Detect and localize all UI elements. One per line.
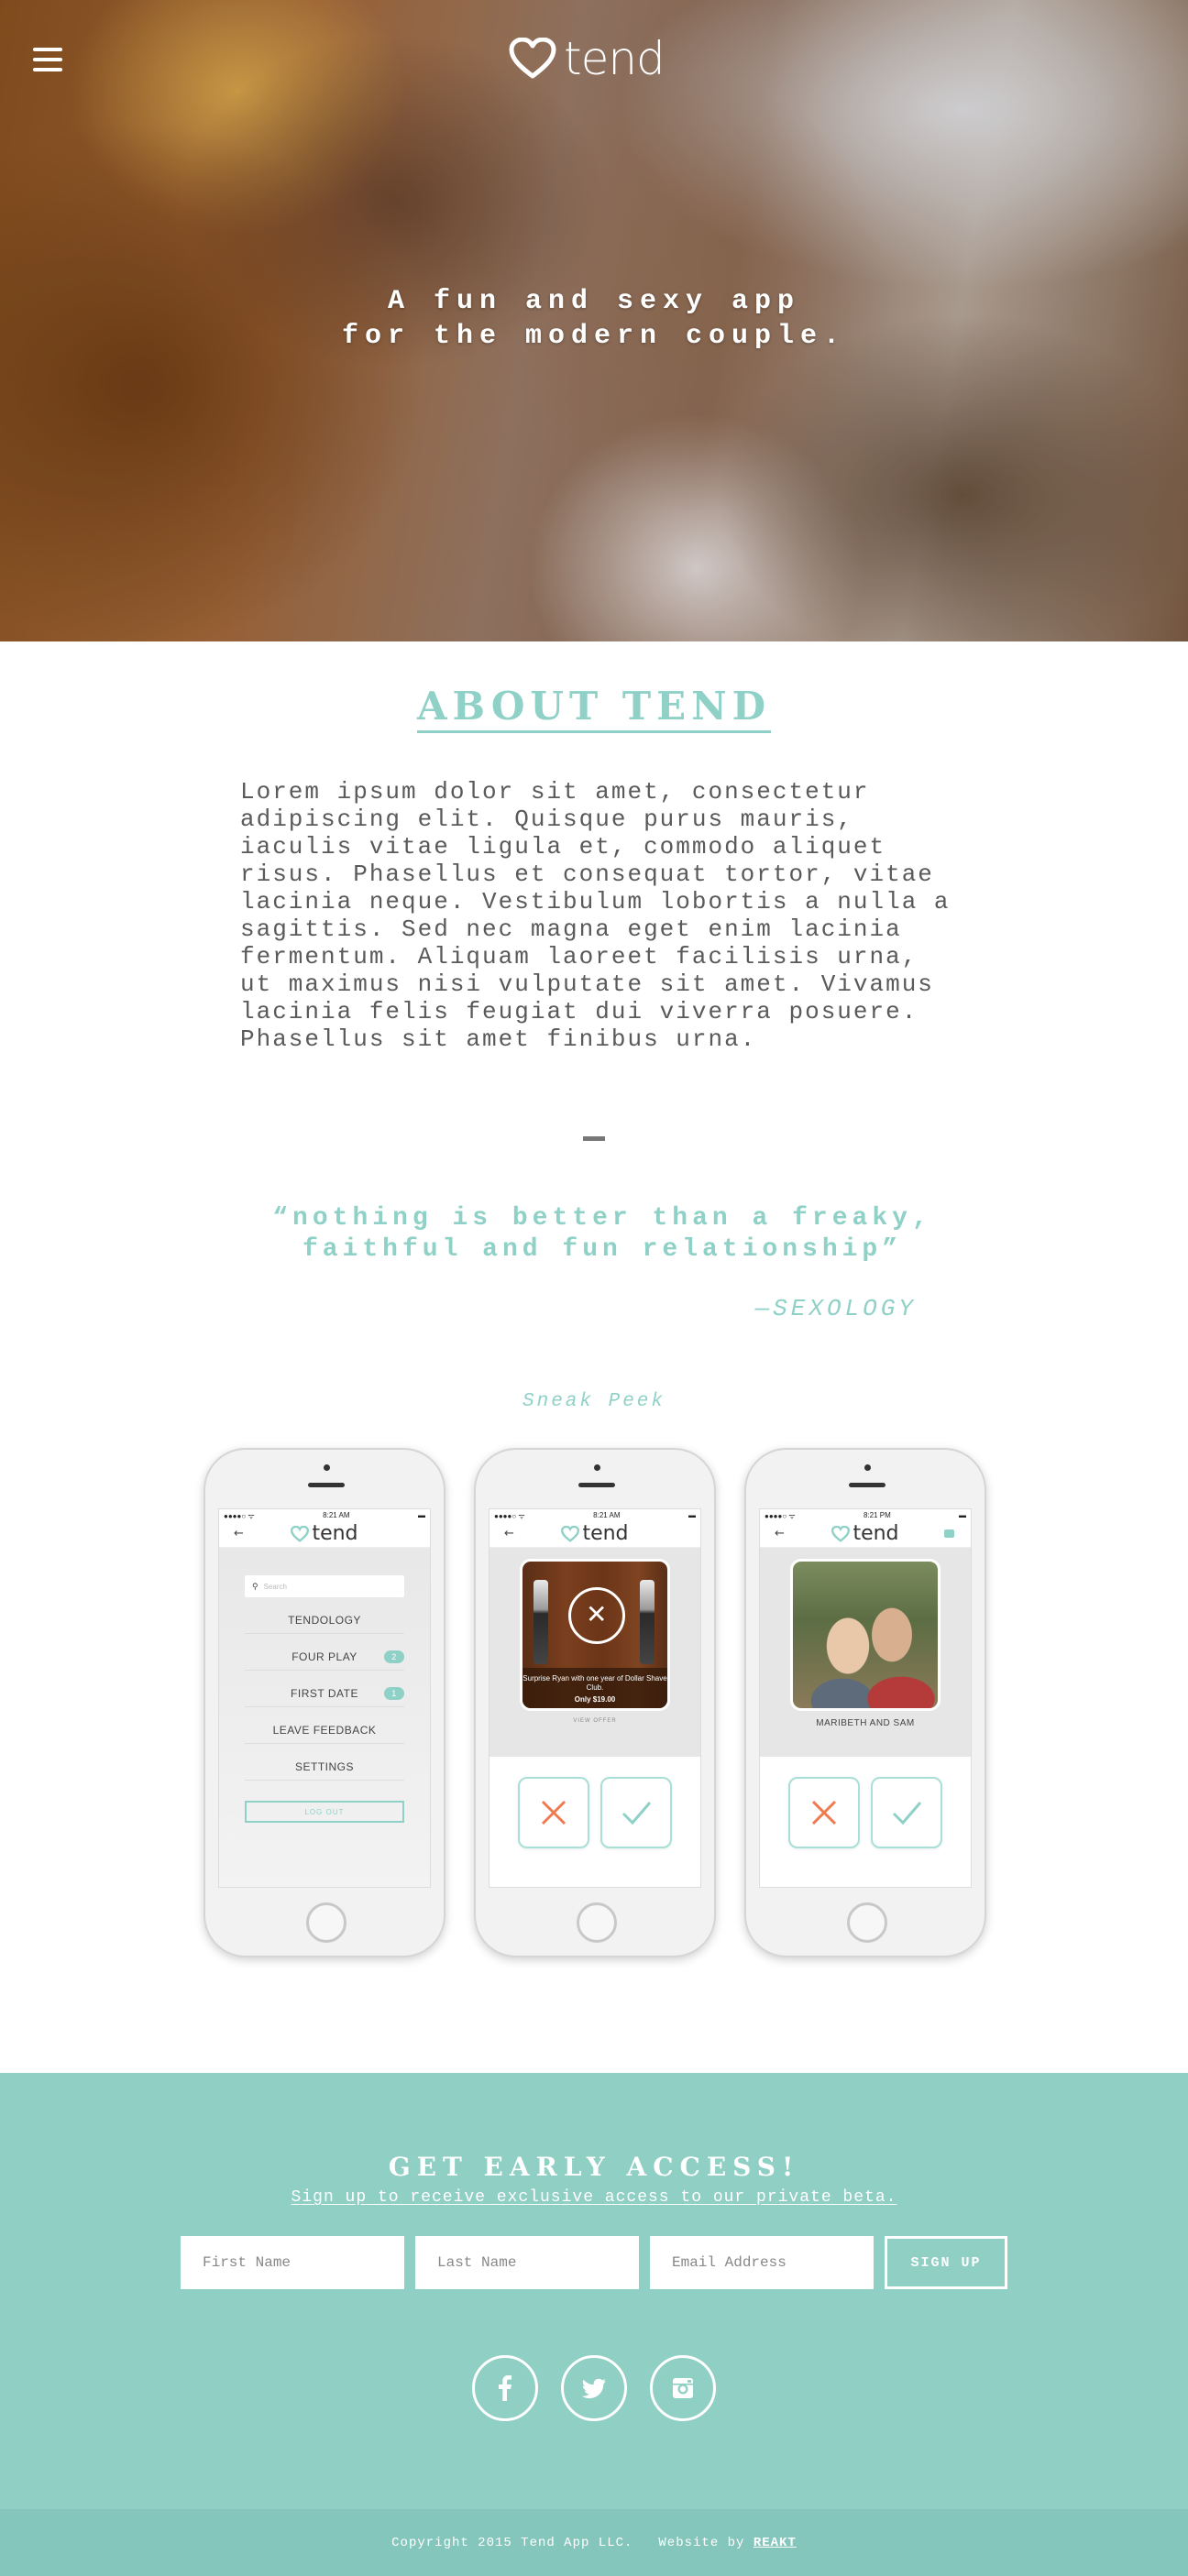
email-input[interactable]: [650, 2236, 874, 2289]
check-icon: [622, 1802, 652, 1825]
footer: Copyright 2015 Tend App LLC. Website by …: [0, 2509, 1188, 2576]
phone-speaker: [849, 1483, 886, 1487]
check-icon: [892, 1802, 922, 1825]
app-logo: tend: [561, 1522, 629, 1545]
heart-logo-icon: [509, 38, 556, 79]
app-bar: ← tend: [490, 1520, 700, 1548]
last-name-input[interactable]: [415, 2236, 639, 2289]
phone-screen: ●●●●○ ᯤ 8:21 PM ▬ ← tend MARIBETH AND SAM: [759, 1508, 972, 1888]
app-bar: ← tend: [760, 1520, 971, 1548]
signup-subtitle: Sign up to receive exclusive access to o…: [0, 2188, 1188, 2207]
app-bar: ← tend: [219, 1520, 430, 1548]
testimonial-quote: “nothing is better than a freaky, faithf…: [240, 1203, 964, 1266]
about-heading: ABOUT TEND: [0, 684, 1188, 733]
back-arrow-icon[interactable]: ←: [504, 1527, 514, 1540]
facebook-icon[interactable]: [472, 2355, 538, 2421]
heart-icon: [831, 1525, 851, 1542]
status-bar: ●●●●○ ᯤ 8:21 AM ▬: [494, 1511, 696, 1520]
phone-mockup-menu: ●●●●○ ᯤ 8:21 AM ▬ ← tend ⚲ Search TENDOLOG…: [204, 1448, 446, 1957]
heart-icon: [561, 1525, 580, 1542]
couple-card-area: MARIBETH AND SAM: [760, 1548, 971, 1757]
hamburger-menu-icon[interactable]: [33, 48, 62, 73]
count-badge: 2: [384, 1650, 404, 1663]
accept-button[interactable]: [600, 1777, 672, 1848]
twitter-icon[interactable]: [561, 2355, 627, 2421]
instagram-icon[interactable]: [650, 2355, 716, 2421]
signup-title: GET EARLY ACCESS!: [388, 2152, 800, 2182]
menu-item-settings[interactable]: SETTINGS: [245, 1753, 404, 1781]
phone-home-button: [306, 1902, 346, 1943]
heart-icon: [291, 1525, 310, 1542]
couple-name: MARIBETH AND SAM: [816, 1718, 915, 1728]
phone-screen: ●●●●○ ᯤ8:21 AM▬ ← tend Surprise Ryan wit…: [489, 1508, 701, 1888]
offer-caption: Surprise Ryan with one year of Dollar Sh…: [522, 1668, 667, 1708]
first-name-input[interactable]: [181, 2236, 404, 2289]
offer-card[interactable]: Surprise Ryan with one year of Dollar Sh…: [520, 1559, 670, 1711]
app-logo: tend: [831, 1522, 899, 1545]
phone-speaker: [308, 1483, 345, 1487]
x-icon: [541, 1800, 566, 1825]
facebook-glyph-icon: [499, 2375, 512, 2401]
signup-subtitle-text: Sign up to receive exclusive access to o…: [291, 2188, 897, 2207]
menu-item-four-play[interactable]: FOUR PLAY 2: [245, 1643, 404, 1671]
signup-section: GET EARLY ACCESS! Sign up to receive exc…: [0, 2073, 1188, 2509]
reject-button[interactable]: [788, 1777, 860, 1848]
back-arrow-icon[interactable]: ←: [775, 1527, 785, 1540]
vote-buttons: [490, 1757, 700, 1887]
menu-item-first-date[interactable]: FIRST DATE 1: [245, 1680, 404, 1707]
instagram-camera-icon: [673, 2378, 693, 2398]
accept-button[interactable]: [871, 1777, 942, 1848]
reakt-link[interactable]: REAKT: [754, 2536, 797, 2550]
website-credit: Website by REAKT: [658, 2536, 796, 2550]
tagline-line2: for the modern couple.: [341, 321, 847, 352]
tend-logo[interactable]: tend: [509, 32, 666, 85]
razor-image: [534, 1580, 548, 1664]
hero-section: tend A fun and sexy app for the modern c…: [0, 0, 1188, 641]
status-bar: ●●●●○ ᯤ 8:21 AM ▬: [224, 1511, 425, 1520]
tagline-line1: A fun and sexy app: [387, 286, 801, 317]
about-title-text: ABOUT TEND: [416, 684, 772, 733]
offer-card-area: Surprise Ryan with one year of Dollar Sh…: [490, 1548, 700, 1757]
logout-button[interactable]: LOG OUT: [245, 1801, 404, 1823]
phone-camera: [324, 1464, 330, 1471]
twitter-bird-icon: [581, 2378, 606, 2399]
razor-image: [640, 1580, 654, 1664]
about-body: Lorem ipsum dolor sit amet, consectetur …: [240, 778, 951, 1053]
sign-up-button[interactable]: SIGN UP: [885, 2236, 1007, 2289]
app-logo: tend: [291, 1522, 358, 1545]
phone-camera: [864, 1464, 871, 1471]
count-badge: 1: [384, 1687, 404, 1700]
logo-text: tend: [564, 32, 666, 85]
phone-home-button: [577, 1902, 617, 1943]
vote-buttons: [760, 1757, 971, 1887]
phone-camera: [594, 1464, 600, 1471]
couple-photo[interactable]: [790, 1559, 940, 1711]
section-divider: [583, 1136, 605, 1141]
quote-author: —SEXOLOGY: [754, 1295, 917, 1322]
website-credit-prefix: Website by: [658, 2535, 745, 2550]
quote-line1: “nothing is better than a freaky,: [272, 1204, 932, 1233]
x-icon: [811, 1800, 837, 1825]
copyright-text: Copyright 2015 Tend App LLC.: [391, 2535, 633, 2550]
hero-tagline: A fun and sexy app for the modern couple…: [0, 284, 1188, 354]
phone-screen: ●●●●○ ᯤ 8:21 AM ▬ ← tend ⚲ Search TENDOLOG…: [218, 1508, 431, 1888]
reject-button[interactable]: [518, 1777, 589, 1848]
phone-mockup-couple: ●●●●○ ᯤ 8:21 PM ▬ ← tend MARIBETH AND SAM: [744, 1448, 986, 1957]
back-arrow-icon[interactable]: ←: [234, 1527, 244, 1540]
phone-home-button: [847, 1902, 887, 1943]
quote-line2: faithful and fun relationship”: [302, 1235, 903, 1264]
menu-item-tendology[interactable]: TENDOLOGY: [245, 1606, 404, 1634]
brand-emblem-icon: [568, 1587, 625, 1644]
phone-speaker: [578, 1483, 615, 1487]
app-search-input[interactable]: ⚲ Search: [245, 1575, 404, 1597]
phone-mockup-offer: ●●●●○ ᯤ8:21 AM▬ ← tend Surprise Ryan wit…: [474, 1448, 716, 1957]
chat-icon[interactable]: [944, 1529, 954, 1538]
menu-item-leave-feedback[interactable]: LEAVE FEEDBACK: [245, 1716, 404, 1744]
search-icon: ⚲: [252, 1581, 258, 1591]
sneak-peek-label: Sneak Peek: [522, 1391, 666, 1412]
view-offer-link[interactable]: VIEW OFFER: [490, 1718, 700, 1724]
status-bar: ●●●●○ ᯤ 8:21 PM ▬: [764, 1511, 966, 1520]
menu-screen: ⚲ Search TENDOLOGY FOUR PLAY 2 FIRST DATE…: [219, 1548, 430, 1887]
